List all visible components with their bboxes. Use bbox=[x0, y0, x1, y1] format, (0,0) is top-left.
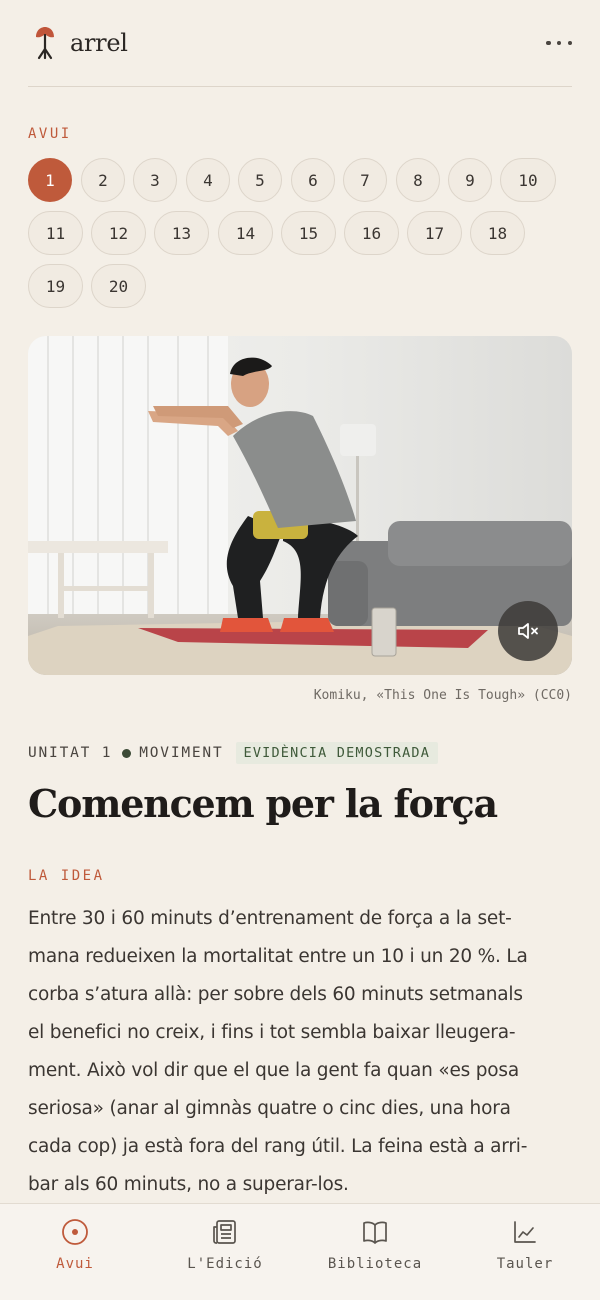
day-chip-4[interactable]: 4 bbox=[186, 158, 230, 202]
body-line: Entre 30 i 60 minuts d’entrenament de fo… bbox=[28, 908, 512, 929]
more-menu-button[interactable] bbox=[546, 33, 572, 53]
mute-toggle-button[interactable] bbox=[498, 601, 558, 661]
day-chip-9[interactable]: 9 bbox=[448, 158, 492, 202]
exercise-video-frame bbox=[28, 336, 572, 675]
body-line: corba s’atura allà: per sobre dels 60 mi… bbox=[28, 984, 523, 1005]
day-chip-13[interactable]: 13 bbox=[154, 211, 209, 255]
day-chip-8[interactable]: 8 bbox=[396, 158, 440, 202]
day-chip-12[interactable]: 12 bbox=[91, 211, 146, 255]
tab-label: Avui bbox=[56, 1256, 94, 1272]
category-label: MOVIMENT bbox=[139, 745, 224, 761]
day-chip-2[interactable]: 2 bbox=[81, 158, 125, 202]
lesson-meta: UNITAT 1 MOVIMENT EVIDÈNCIA DEMOSTRADA bbox=[28, 742, 439, 764]
tab-label: Tauler bbox=[496, 1256, 554, 1272]
day-chip-3[interactable]: 3 bbox=[133, 158, 177, 202]
volume-muted-icon bbox=[518, 623, 538, 639]
day-chip-15[interactable]: 15 bbox=[281, 211, 336, 255]
body-line: bar als 60 minuts, no a superar-los. bbox=[28, 1174, 349, 1195]
day-chip-17[interactable]: 17 bbox=[407, 211, 462, 255]
body-line: el benefici no creix, i fins i tot sembl… bbox=[28, 1022, 516, 1043]
day-chip-14[interactable]: 14 bbox=[218, 211, 273, 255]
day-chip-19[interactable]: 19 bbox=[28, 264, 83, 308]
app-header: arrel bbox=[28, 0, 572, 87]
day-chip-1[interactable]: 1 bbox=[28, 158, 72, 202]
more-horizontal-icon bbox=[546, 40, 572, 46]
body-line: seriosa» (anar al gimnàs quatre o cinc d… bbox=[28, 1098, 511, 1119]
newspaper-icon bbox=[213, 1220, 236, 1244]
day-chip-7[interactable]: 7 bbox=[343, 158, 387, 202]
lesson-body: Entre 30 i 60 minuts d’entrenament de fo… bbox=[28, 900, 574, 1204]
day-chip-5[interactable]: 5 bbox=[238, 158, 282, 202]
open-book-icon bbox=[363, 1221, 387, 1244]
unit-label: UNITAT 1 bbox=[28, 745, 113, 761]
tree-sprout-icon bbox=[36, 27, 54, 60]
body-line: ment. Això vol dir que el que la gent fa… bbox=[28, 1060, 519, 1081]
tab-biblioteca[interactable]: Biblioteca bbox=[300, 1204, 450, 1300]
tab-tauler[interactable]: Tauler bbox=[450, 1204, 600, 1300]
section-label: LA IDEA bbox=[28, 868, 105, 884]
line-chart-icon bbox=[514, 1221, 536, 1243]
day-chip-18[interactable]: 18 bbox=[470, 211, 525, 255]
day-chip-16[interactable]: 16 bbox=[344, 211, 399, 255]
tab-edicio[interactable]: L'Edició bbox=[150, 1204, 300, 1300]
body-line: mana redueixen la mortalitat entre un 10… bbox=[28, 946, 528, 967]
audio-credit: Komiku, «This One Is Tough» (CC0) bbox=[313, 688, 572, 703]
bottom-tab-bar: Avui L'Edició Biblioteca Tauler bbox=[0, 1203, 600, 1300]
today-label: AVUI bbox=[28, 126, 72, 142]
evidence-badge: EVIDÈNCIA DEMOSTRADA bbox=[235, 742, 439, 764]
tab-avui[interactable]: Avui bbox=[0, 1204, 150, 1300]
day-chip-11[interactable]: 11 bbox=[28, 211, 83, 255]
tab-label: L'Edició bbox=[187, 1256, 263, 1272]
lesson-title: Comencem per la força bbox=[28, 781, 498, 826]
tab-label: Biblioteca bbox=[327, 1256, 423, 1272]
target-circle-icon bbox=[62, 1219, 88, 1245]
category-dot-icon bbox=[122, 748, 132, 758]
body-line: cada cop) ja està fora del rang útil. La… bbox=[28, 1136, 528, 1157]
exercise-video[interactable] bbox=[28, 336, 572, 675]
app-name: arrel bbox=[70, 29, 128, 57]
day-chip-10[interactable]: 10 bbox=[500, 158, 556, 202]
day-chip-6[interactable]: 6 bbox=[291, 158, 335, 202]
day-chip-20[interactable]: 20 bbox=[91, 264, 146, 308]
